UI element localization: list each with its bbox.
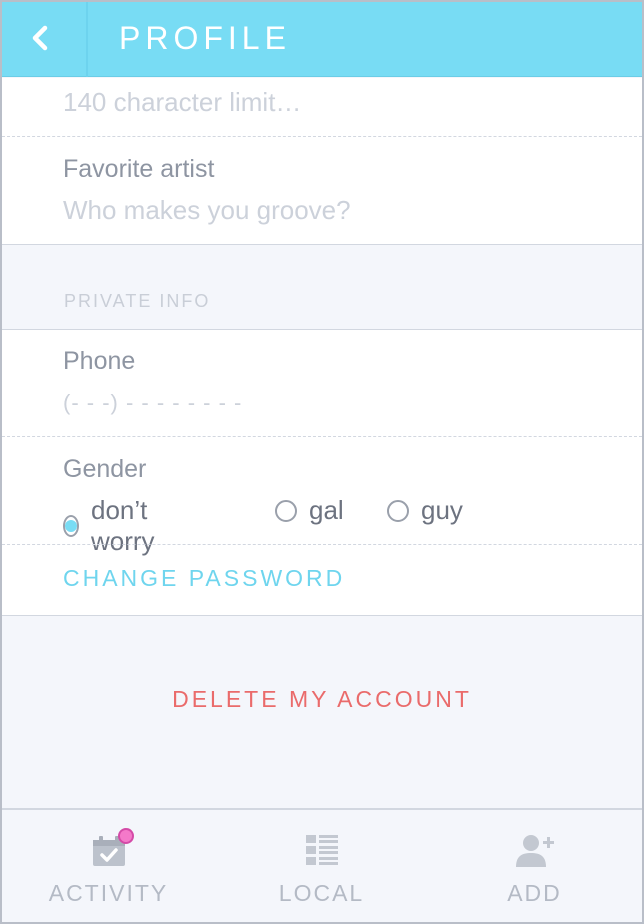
favorite-artist-input[interactable]: Who makes you groove? [63,195,351,226]
tab-local[interactable]: LOCAL [215,810,428,922]
gender-option-label: guy [421,495,463,525]
gender-option-label: gal [309,495,344,525]
gender-option-guy[interactable]: guy [387,495,463,526]
radio-unselected-icon [387,499,409,522]
phone-input[interactable]: (- - -) - - - - - - - - [63,390,242,416]
gender-option-dont-worry[interactable]: don’t worry [63,495,161,557]
bio-input[interactable]: 140 character limit… [63,87,301,118]
divider [2,436,642,437]
tab-label: LOCAL [278,880,365,906]
profile-screen: PROFILE 140 character limit… Favorite ar… [0,0,644,924]
list-icon [305,834,339,871]
add-user-icon [514,834,556,873]
tab-add[interactable]: ADD [428,810,641,922]
notification-badge [118,828,134,844]
chevron-left-icon [32,25,49,51]
gender-option-label: don’t worry [91,495,155,556]
radio-unselected-icon [275,499,297,522]
private-info-header: PRIVATE INFO [64,291,211,311]
favorite-artist-label: Favorite artist [63,155,215,183]
tab-label: ADD [507,880,562,906]
divider [2,544,642,545]
radio-selected-icon [63,515,79,537]
phone-label: Phone [63,347,136,375]
gender-label: Gender [63,455,147,483]
tab-label: ACTIVITY [48,880,169,906]
gender-option-gal[interactable]: gal [275,495,344,526]
back-button[interactable] [2,2,88,77]
divider [2,136,642,137]
tab-bar: ACTIVITY LOCAL ADD [2,808,642,922]
change-password-link[interactable]: CHANGE PASSWORD [63,565,345,592]
page-title: PROFILE [119,20,291,56]
header-bar: PROFILE [2,2,642,77]
delete-account-button[interactable]: DELETE MY ACCOUNT [2,686,642,713]
tab-activity[interactable]: ACTIVITY [2,810,215,922]
